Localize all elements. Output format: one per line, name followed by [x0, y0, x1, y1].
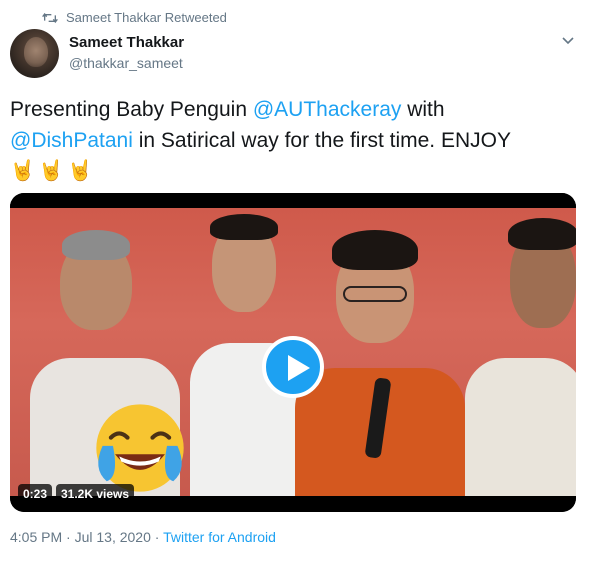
tweet-text: Presenting Baby Penguin @AUThackeray wit… — [10, 94, 570, 184]
tweet-date[interactable]: Jul 13, 2020 — [75, 529, 151, 545]
avatar[interactable] — [10, 29, 59, 78]
play-button[interactable] — [262, 336, 324, 398]
tweet-text-part: Presenting Baby Penguin — [10, 98, 253, 121]
user-handle[interactable]: @thakkar_sameet — [69, 55, 184, 71]
retweet-icon — [42, 12, 58, 23]
tweet-meta: 4:05 PM · Jul 13, 2020 · Twitter for And… — [10, 529, 276, 545]
video-frame — [10, 208, 576, 496]
retweet-label[interactable]: Sameet Thakkar Retweeted — [66, 10, 227, 25]
emoji-row: 🤘🤘🤘 — [10, 160, 97, 182]
letterbox-top — [10, 193, 576, 208]
author-info: Sameet Thakkar @thakkar_sameet — [69, 34, 184, 71]
tweet-text-part: with — [401, 98, 445, 121]
retweet-context: Sameet Thakkar Retweeted — [42, 10, 227, 25]
view-count-badge: 31.2K views — [56, 484, 135, 504]
tweet-time[interactable]: 4:05 PM — [10, 529, 62, 545]
chevron-down-icon[interactable] — [561, 36, 575, 46]
separator: · — [62, 529, 75, 545]
mention-link[interactable]: @DishPatani — [10, 129, 133, 152]
display-name[interactable]: Sameet Thakkar — [69, 34, 184, 51]
tweet-text-part: in Satirical way for the first time. ENJ… — [132, 129, 511, 152]
tweet-source-link[interactable]: Twitter for Android — [163, 529, 276, 545]
separator: · — [150, 529, 164, 545]
mention-link[interactable]: @AUThackeray — [253, 98, 402, 121]
duration-badge: 0:23 — [18, 484, 53, 504]
laughing-emoji-icon — [96, 404, 184, 492]
video-player[interactable]: 0:23 31.2K views — [10, 193, 576, 512]
